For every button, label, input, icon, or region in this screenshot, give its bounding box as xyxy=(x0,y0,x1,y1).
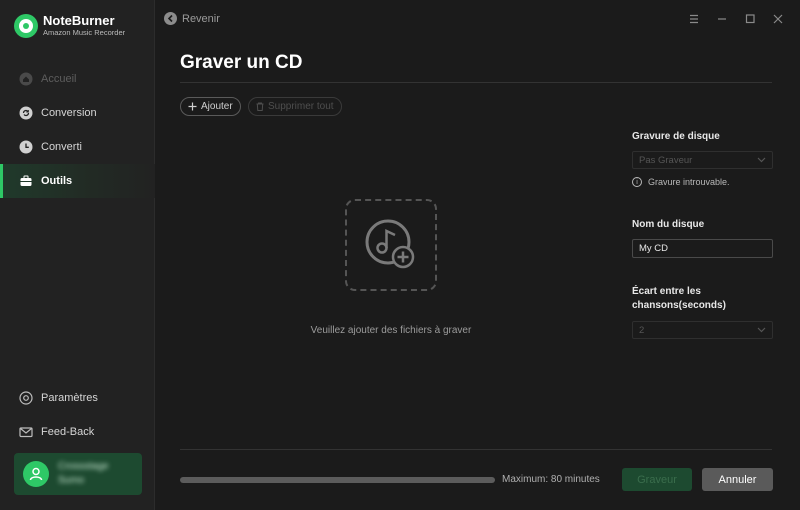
main-panel: Revenir Graver un CD Ajouter Supprimer t… xyxy=(156,0,800,510)
brand-subtitle: Amazon Music Recorder xyxy=(43,28,126,37)
sidebar-item-label: Paramètres xyxy=(41,392,98,404)
mail-icon xyxy=(19,425,33,439)
burner-info-text: Gravure introuvable. xyxy=(648,177,730,187)
back-button[interactable]: Revenir xyxy=(164,12,220,25)
disc-name-label: Nom du disque xyxy=(632,219,705,230)
clock-icon xyxy=(19,140,33,154)
page-title: Graver un CD xyxy=(180,52,303,73)
toolbox-icon xyxy=(19,174,33,188)
sidebar-item-label: Conversion xyxy=(41,107,97,119)
delete-all-button[interactable]: Supprimer tout xyxy=(248,97,342,116)
plus-icon xyxy=(188,102,197,111)
sidebar-item-label: Feed-Back xyxy=(41,426,95,438)
trash-icon xyxy=(256,102,264,111)
burner-info: i Gravure introuvable. xyxy=(632,177,730,187)
user-account-card[interactable]: Crossstage Sumo xyxy=(14,453,142,495)
gap-label-line1: Écart entre les xyxy=(632,286,701,297)
sidebar-item-label: Outils xyxy=(41,175,73,187)
back-arrow-icon xyxy=(164,12,177,25)
sidebar: NoteBurner Amazon Music Recorder Accueil… xyxy=(0,0,155,510)
burner-select[interactable]: Pas Graveur xyxy=(632,151,773,169)
brand: NoteBurner Amazon Music Recorder xyxy=(14,14,125,38)
dropzone-hint: Veuillez ajouter des fichiers à graver xyxy=(310,325,472,336)
gap-label-line2: chansons(seconds) xyxy=(632,300,726,311)
disc-name-input[interactable]: My CD xyxy=(632,239,773,258)
close-icon[interactable] xyxy=(768,11,788,27)
sidebar-item-label: Converti xyxy=(41,141,82,153)
sidebar-item-outils[interactable]: Outils xyxy=(0,164,155,198)
add-button[interactable]: Ajouter xyxy=(180,97,241,116)
burner-select-value: Pas Graveur xyxy=(639,154,693,166)
add-files-dropzone[interactable] xyxy=(345,199,437,291)
back-label: Revenir xyxy=(182,12,220,25)
max-capacity-text: Maximum: 80 minutes xyxy=(502,474,600,485)
cancel-button[interactable]: Annuler xyxy=(702,468,773,491)
user-name-blurred: Crossstage Sumo xyxy=(58,460,109,488)
sidebar-item-converti[interactable]: Converti xyxy=(0,130,155,164)
refresh-icon xyxy=(19,106,33,120)
delete-all-label: Supprimer tout xyxy=(268,101,334,112)
sidebar-item-feedback[interactable]: Feed-Back xyxy=(0,415,155,449)
gap-select[interactable]: 2 xyxy=(632,321,773,339)
brand-name: NoteBurner xyxy=(43,13,115,28)
minimize-icon[interactable] xyxy=(712,11,732,27)
user-line-1: Crossstage xyxy=(58,461,109,472)
burner-label: Gravure de disque xyxy=(632,131,720,142)
user-icon xyxy=(29,467,43,481)
sidebar-item-label: Accueil xyxy=(41,73,77,85)
user-line-2: Sumo xyxy=(58,475,85,486)
title-divider xyxy=(180,82,772,83)
home-icon xyxy=(19,72,33,86)
gap-select-value: 2 xyxy=(639,324,645,336)
noteburner-logo-icon xyxy=(14,14,38,38)
menu-icon[interactable] xyxy=(684,11,704,27)
gear-icon xyxy=(19,391,33,405)
info-icon: i xyxy=(632,177,642,187)
sidebar-item-accueil[interactable]: Accueil xyxy=(0,62,155,96)
sidebar-item-parametres[interactable]: Paramètres xyxy=(0,381,155,415)
avatar xyxy=(23,461,49,487)
maximize-icon[interactable] xyxy=(740,11,760,27)
chevron-down-icon xyxy=(757,327,766,333)
chevron-down-icon xyxy=(757,157,766,163)
footer-divider xyxy=(180,449,772,450)
window-controls xyxy=(684,11,788,27)
music-disc-add-icon xyxy=(365,219,415,269)
sidebar-item-conversion[interactable]: Conversion xyxy=(0,96,155,130)
add-label: Ajouter xyxy=(201,101,233,112)
burn-button[interactable]: Graveur xyxy=(622,468,692,491)
capacity-progress-bar xyxy=(180,477,495,483)
